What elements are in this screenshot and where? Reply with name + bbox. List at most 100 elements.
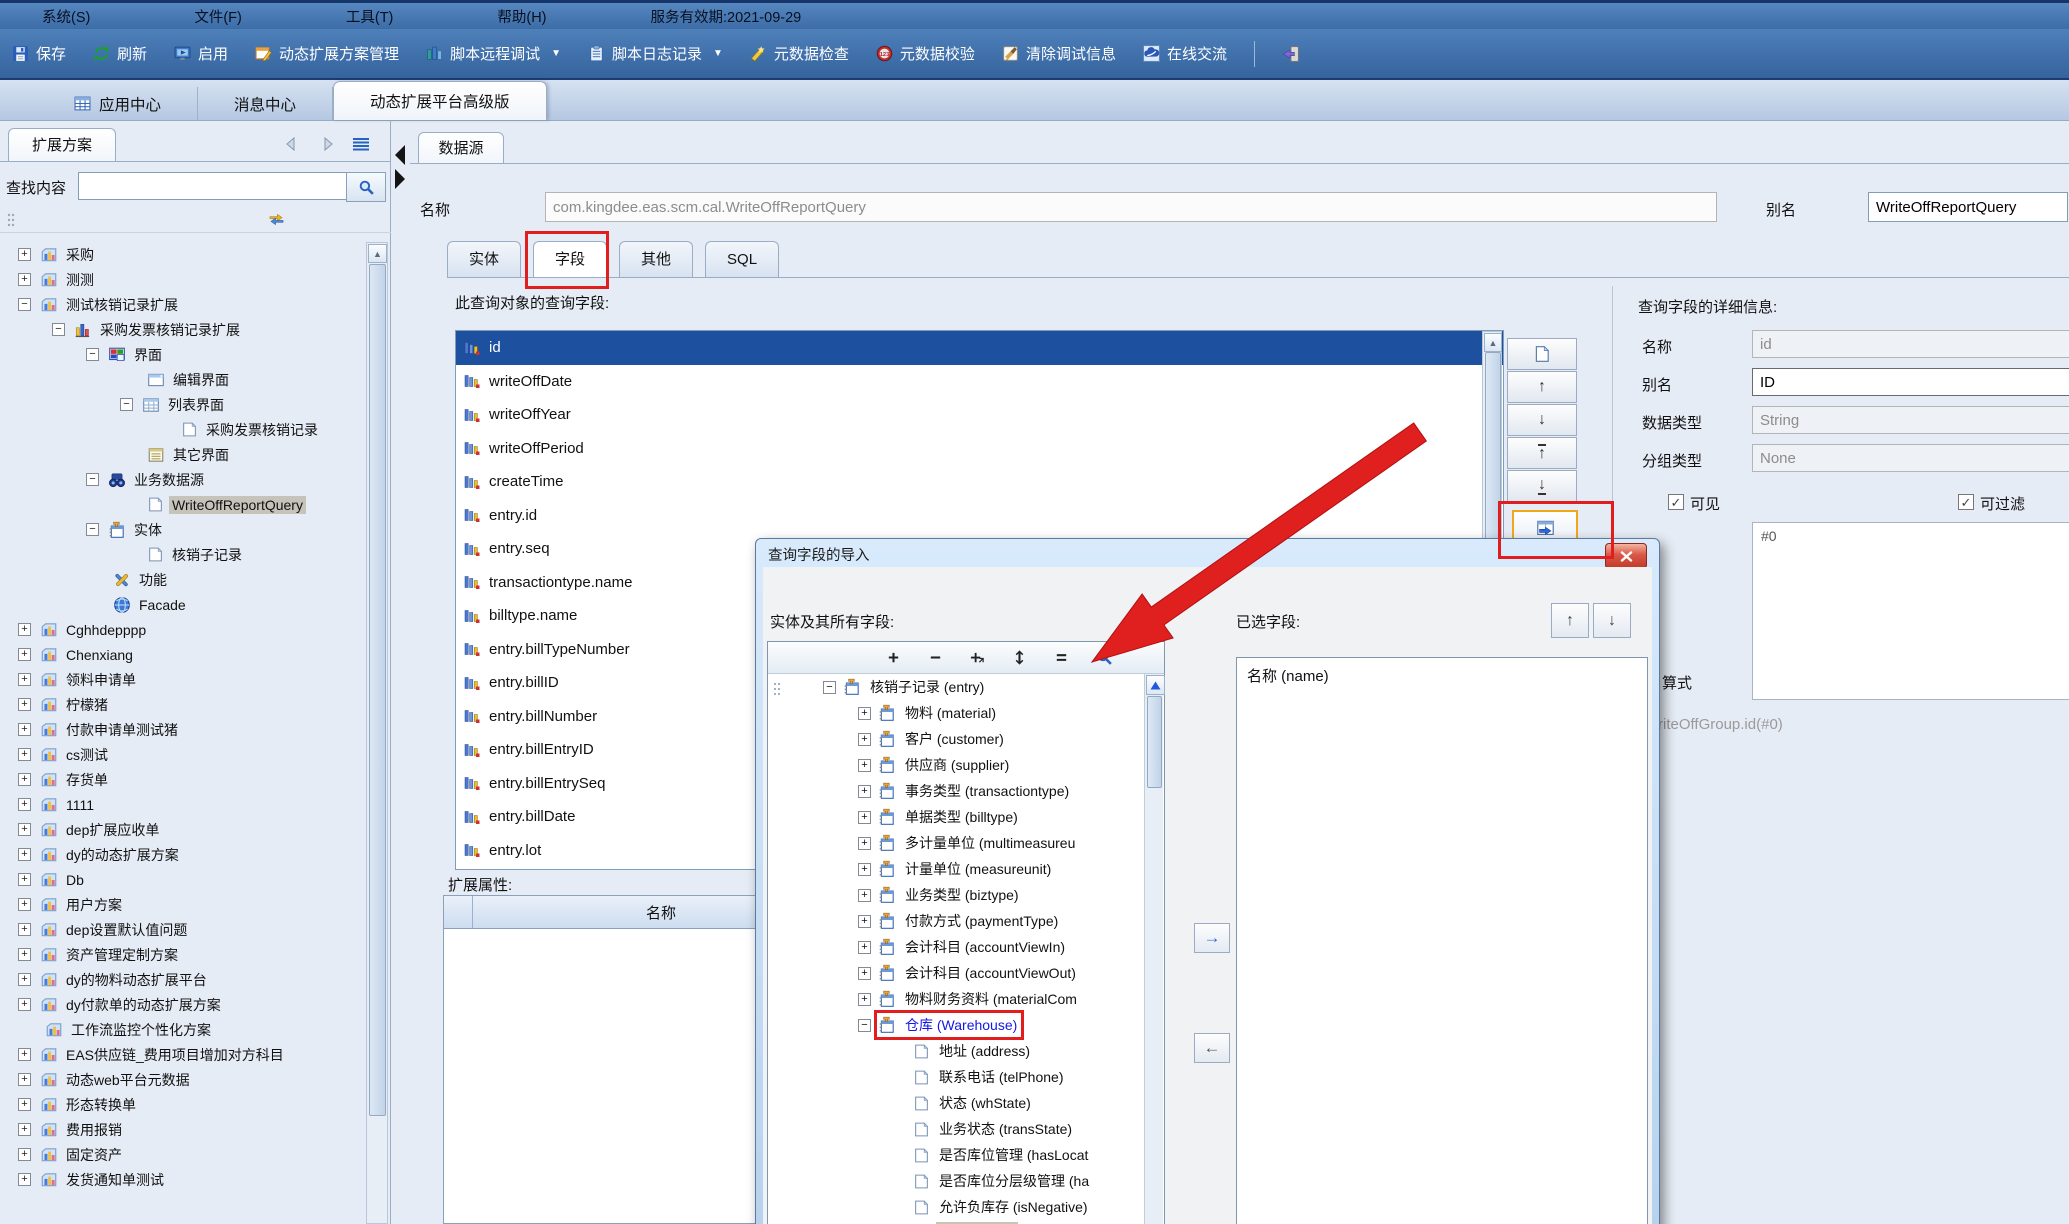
collapse-icon[interactable]: − [86,348,99,361]
sidebar-scrollbar[interactable]: ▲ [366,242,388,1224]
toolbar-button[interactable]: 清除调试信息 [1002,43,1116,64]
tree-item[interactable]: WriteOffReportQuery [2,492,366,517]
tree-item[interactable]: +费用报销 [2,1117,366,1142]
toolbar-button[interactable]: 刷新 [93,43,147,64]
tree-item[interactable]: −实体 [2,517,366,542]
checkbox[interactable]: ✓ [1958,494,1974,510]
toolbar-button[interactable]: 脚本日志记录▼ [588,43,723,64]
list-menu-icon[interactable] [352,137,370,152]
move-down-button[interactable]: ↓ [1507,404,1577,436]
expand-icon[interactable]: + [18,898,31,911]
expand-right-icon[interactable] [394,168,406,190]
tree-item[interactable]: +形态转换单 [2,1092,366,1117]
toolbar-button[interactable]: 启用 [174,43,228,64]
entity-tree-item[interactable]: +计量单位 (measureunit) [768,856,1164,882]
expand-icon[interactable]: + [18,248,31,261]
expand-icon[interactable]: + [18,1098,31,1111]
tree-item[interactable]: +Cghhdepppp [2,617,366,642]
query-field-row[interactable]: writeOffDate [456,365,1503,399]
expand-icon[interactable]: + [858,733,871,746]
selected-fields-list[interactable]: 名称 (name) [1236,657,1648,1224]
expand-icon[interactable]: + [18,798,31,811]
expand-branch-icon[interactable] [970,650,985,665]
tree-item[interactable]: +资产管理定制方案 [2,942,366,967]
toolbar-button[interactable]: 保存 [12,43,66,64]
collapse-left-icon[interactable] [394,144,406,166]
move-top-button[interactable]: ↑ [1507,437,1577,469]
dropdown-caret-icon[interactable]: ▼ [713,48,723,59]
expand-icon[interactable]: + [858,915,871,928]
entity-tree-item[interactable]: −仓库 (Warehouse) [768,1012,1164,1038]
tree-item[interactable]: 编辑界面 [2,367,366,392]
expand-icon[interactable]: + [18,723,31,736]
collapse-icon[interactable]: − [823,681,836,694]
expand-icon[interactable]: + [858,863,871,876]
tab-datasource[interactable]: 数据源 [418,132,504,164]
sync-locate-icon[interactable] [268,211,285,228]
scroll-up-icon[interactable]: ▲ [1484,333,1502,352]
checkbox[interactable]: ✓ [1668,494,1684,510]
tree-item[interactable]: +dep扩展应收单 [2,817,366,842]
expand-icon[interactable]: + [18,698,31,711]
search-icon[interactable] [1096,649,1113,666]
tree-item[interactable]: 功能 [2,567,366,592]
sub-tab[interactable]: 实体 [447,241,521,278]
tree-item[interactable]: +存货单 [2,767,366,792]
entity-tree-item[interactable]: +会计科目 (accountViewIn) [768,934,1164,960]
entity-tree-item[interactable]: +客户 (customer) [768,726,1164,752]
entity-tree-item[interactable]: 状态 (whState) [768,1090,1164,1116]
detail-input[interactable] [1752,406,2069,434]
entity-tree-item[interactable]: 业务状态 (transState) [768,1116,1164,1142]
expand-icon[interactable]: + [18,748,31,761]
query-field-row[interactable]: writeOffYear [456,398,1503,432]
tree-item[interactable]: +dy的物料动态扩展平台 [2,967,366,992]
tree-item[interactable]: +dep设置默认值问题 [2,917,366,942]
expand-icon[interactable]: + [18,623,31,636]
menu-item[interactable]: 帮助(H) [497,6,546,27]
entity-tree-item[interactable]: 名称 (name) [768,1220,1164,1224]
toolbar-button[interactable]: 在线交流 [1143,43,1227,64]
toolbar-button[interactable]: 元数据检查 [750,43,849,64]
tab-extension-scheme[interactable]: 扩展方案 [8,128,116,162]
expand-all-icon[interactable] [1012,650,1027,665]
query-alias-input[interactable] [1868,192,2068,222]
entity-tree-item[interactable]: 是否库位分层级管理 (ha [768,1168,1164,1194]
move-up-button[interactable]: ↑ [1551,603,1589,638]
toolbar-button[interactable]: 123元数据校验 [876,43,975,64]
sub-tab[interactable]: 其他 [619,241,693,278]
query-field-row[interactable]: entry.id [456,499,1503,533]
collapse-node-icon[interactable] [928,650,943,665]
tree-item[interactable]: +采购 [2,242,366,267]
expand-icon[interactable]: + [18,773,31,786]
toolbar-button[interactable]: 脚本远程调试▼ [426,43,561,64]
tree-item[interactable]: −界面 [2,342,366,367]
nav-back-icon[interactable] [283,136,299,152]
entity-tree-item[interactable]: +物料财务资料 (materialCom [768,986,1164,1012]
collapse-icon[interactable]: − [86,523,99,536]
tree-item[interactable]: −采购发票核销记录扩展 [2,317,366,342]
tree-item[interactable]: 其它界面 [2,442,366,467]
tree-item[interactable]: +1111 [2,792,366,817]
detail-input[interactable] [1752,368,2069,396]
app-tab[interactable]: 动态扩展平台高级版 [333,81,547,120]
entity-tree-item[interactable]: +会计科目 (accountViewOut) [768,960,1164,986]
nav-forward-icon[interactable] [320,136,336,152]
sub-tab[interactable]: SQL [705,241,779,278]
expand-icon[interactable]: + [18,923,31,936]
entity-tree-item[interactable]: 允许负库存 (isNegative) [768,1194,1164,1220]
entity-tree-item[interactable]: 地址 (address) [768,1038,1164,1064]
tree-item[interactable]: +固定资产 [2,1142,366,1167]
entity-tree-scrollbar[interactable] [1144,674,1163,1224]
expand-icon[interactable]: + [18,273,31,286]
tree-item[interactable]: −列表界面 [2,392,366,417]
collapse-icon[interactable]: − [18,298,31,311]
new-field-button[interactable] [1507,338,1577,370]
expand-icon[interactable]: + [18,1173,31,1186]
entity-tree-item[interactable]: −核销子记录 (entry) [768,674,1164,700]
entity-tree-item[interactable]: +付款方式 (paymentType) [768,908,1164,934]
tree-item[interactable]: 采购发票核销记录 [2,417,366,442]
tree-item[interactable]: +dy付款单的动态扩展方案 [2,992,366,1017]
tree-item[interactable]: +发货通知单测试 [2,1167,366,1192]
expand-icon[interactable]: + [18,973,31,986]
collapse-icon[interactable]: − [120,398,133,411]
